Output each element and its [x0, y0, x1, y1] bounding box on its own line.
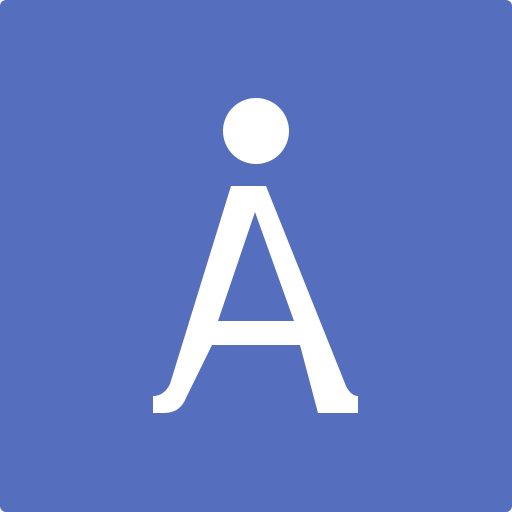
- icon-background: [0, 0, 512, 512]
- logo-icon: [0, 0, 512, 512]
- app-icon: [0, 0, 512, 512]
- dot-shape: [223, 98, 289, 164]
